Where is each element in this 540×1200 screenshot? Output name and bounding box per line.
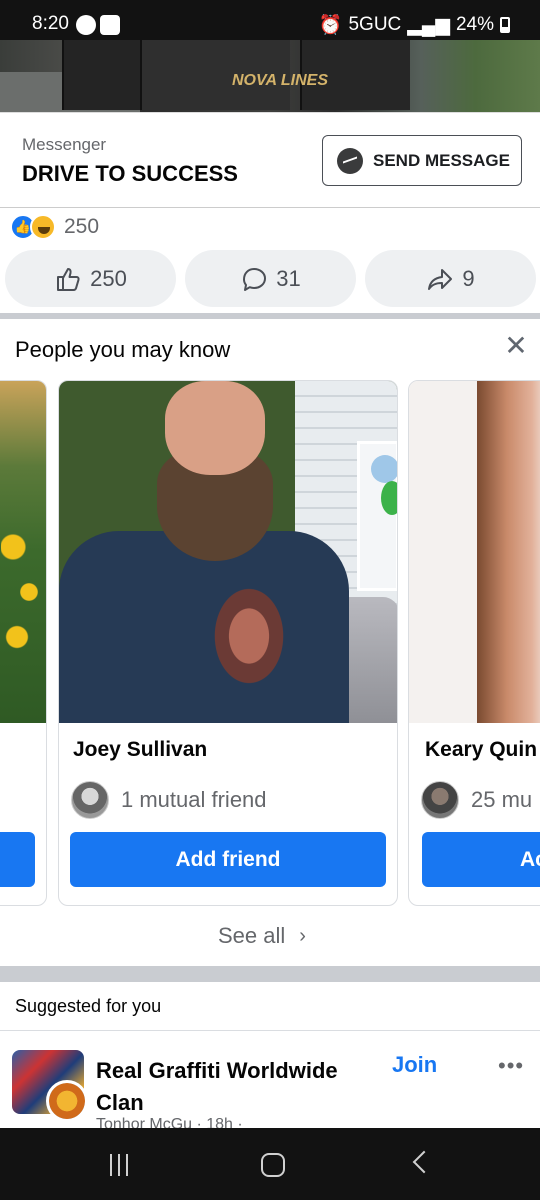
- back-icon[interactable]: [412, 1150, 436, 1174]
- add-friend-button[interactable]: Add friend: [70, 832, 386, 887]
- screen: 8:20 ⏰ 5GUC ▂▄▆ 24% NOVA LINES Messenger…: [0, 0, 540, 1200]
- reaction-count: 250: [64, 215, 100, 238]
- person-photo-2: [409, 381, 540, 723]
- comment-count: 31: [276, 265, 301, 291]
- join-button[interactable]: Join: [392, 1052, 437, 1078]
- truck-logo: NOVA LINES: [232, 72, 329, 89]
- share-button[interactable]: 9: [365, 250, 536, 307]
- share-count: 9: [462, 265, 475, 291]
- person-photo-sunflowers: [0, 381, 46, 723]
- close-icon[interactable]: ✕: [503, 332, 529, 360]
- messenger-notification-icon: [76, 15, 96, 35]
- sunflowers: [1, 511, 41, 691]
- add-friend-button-2[interactable]: Ac: [422, 832, 540, 887]
- haha-reaction-icon: [30, 214, 56, 240]
- person-card-left-partial[interactable]: [0, 380, 47, 906]
- post-photo[interactable]: NOVA LINES: [0, 40, 540, 112]
- signal-icon: ▂▄▆: [407, 14, 450, 36]
- mutual-friend-avatar: [71, 781, 109, 819]
- thumbs-up-icon: [57, 267, 80, 291]
- like-button[interactable]: 250: [5, 250, 176, 307]
- status-right: ⏰ 5GUC ▂▄▆ 24%: [319, 13, 510, 37]
- divider: [0, 1030, 540, 1031]
- send-message-button[interactable]: SEND MESSAGE: [322, 135, 522, 186]
- system-nav-bar: [0, 1128, 540, 1200]
- more-options-icon[interactable]: •••: [498, 1053, 524, 1079]
- person-card[interactable]: Joey Sullivan 1 mutual friend Add friend: [58, 380, 398, 906]
- person-name-2[interactable]: Keary Quin: [425, 738, 537, 762]
- status-time: 8:20: [32, 13, 69, 34]
- chevron-right-icon: ›: [299, 924, 306, 947]
- reaction-summary[interactable]: 👍 250: [10, 214, 99, 240]
- mutual-friends-count-2[interactable]: 25 mu: [471, 787, 532, 813]
- messenger-icon: [337, 147, 363, 174]
- voicemail-notification-icon: [100, 15, 120, 35]
- network-label: 5GUC: [348, 14, 402, 35]
- section-divider-2: [0, 966, 540, 982]
- section-divider: [0, 313, 540, 319]
- alarm-icon: ⏰: [318, 15, 343, 36]
- recent-apps-icon[interactable]: [110, 1154, 128, 1176]
- share-icon: [428, 268, 453, 290]
- add-friend-button-partial[interactable]: [0, 832, 35, 887]
- face: [165, 381, 265, 475]
- mutual-friend-avatar-2: [421, 781, 459, 819]
- person-name[interactable]: Joey Sullivan: [73, 738, 207, 762]
- balloon-green: [381, 481, 397, 515]
- battery-icon: [500, 17, 510, 33]
- cta-subtitle: Messenger: [22, 135, 107, 154]
- comment-button[interactable]: 31: [185, 250, 356, 307]
- group-name[interactable]: Real Graffiti Worldwide Clan: [96, 1055, 356, 1119]
- person-card-right-partial[interactable]: Keary Quin 25 mu Ac: [408, 380, 540, 906]
- send-message-label: SEND MESSAGE: [373, 150, 510, 170]
- truck-cab: [62, 40, 142, 110]
- see-all-link[interactable]: See all ›: [218, 923, 306, 949]
- person-photo: [59, 381, 397, 723]
- poster-avatar[interactable]: [46, 1080, 88, 1122]
- comment-icon: [243, 267, 267, 291]
- mutual-friends-count[interactable]: 1 mutual friend: [121, 787, 267, 813]
- person-2-face: [477, 381, 540, 723]
- cta-title: DRIVE TO SUCCESS: [22, 161, 238, 186]
- like-count: 250: [90, 265, 127, 291]
- battery-label: 24%: [455, 14, 494, 35]
- see-all-label: See all: [218, 923, 286, 948]
- balloon: [371, 455, 397, 483]
- shirt-print: [209, 581, 289, 691]
- home-icon[interactable]: [261, 1153, 285, 1177]
- suggested-label: Suggested for you: [15, 996, 162, 1016]
- pymk-title: People you may know: [15, 337, 231, 362]
